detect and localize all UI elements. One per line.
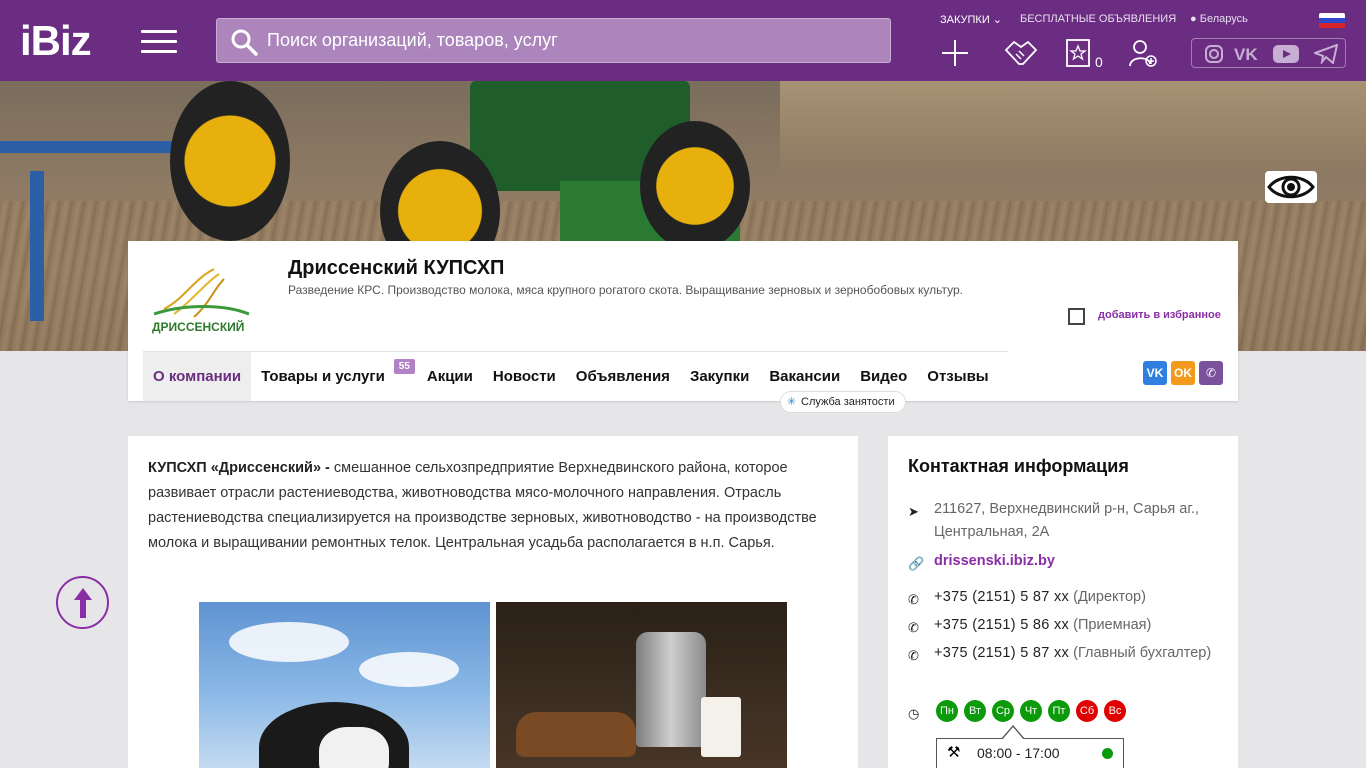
products-count-badge: 55 xyxy=(393,359,415,374)
telegram-icon[interactable] xyxy=(1314,44,1338,64)
tab-products[interactable]: Товары и услуги 55 xyxy=(251,352,415,401)
free-ads-link[interactable]: БЕСПЛАТНЫЕ ОБЪЯВЛЕНИЯ xyxy=(1020,13,1176,25)
handshake-icon[interactable] xyxy=(1004,38,1038,68)
svg-text:ДРИССЕНСКИЙ: ДРИССЕНСКИЙ xyxy=(152,319,244,334)
schedule-popup: ⚒ 08:00 - 17:00 xyxy=(936,725,1124,768)
search-input[interactable] xyxy=(267,19,877,62)
accessibility-eye-button[interactable] xyxy=(1265,171,1317,203)
plus-icon[interactable] xyxy=(940,38,970,68)
tab-about[interactable]: О компании xyxy=(143,352,252,401)
open-status-dot xyxy=(1102,748,1113,759)
tools-icon: ⚒ xyxy=(947,744,961,761)
work-days: Пн Вт Ср Чт Пт Сб Вс xyxy=(936,700,1132,722)
company-name: Дриссенский КУПСХП xyxy=(288,257,505,279)
share-vk-icon[interactable]: VK xyxy=(1143,361,1167,385)
work-hours: 08:00 - 17:00 xyxy=(977,745,1060,761)
day-badge[interactable]: Пн xyxy=(936,700,958,722)
phone-number[interactable]: +375 (2151) 5 87 xx xyxy=(934,645,1069,661)
website-link[interactable]: drissenski.ibiz.by xyxy=(908,550,1228,573)
contacts-title: Контактная информация xyxy=(908,456,1129,476)
contact-info-panel: Контактная информация ➤ 211627, Верхнедви… xyxy=(888,436,1238,768)
svg-text:VK: VK xyxy=(1234,45,1258,64)
snowflake-icon: ✳ xyxy=(787,396,797,408)
day-badge[interactable]: Ср xyxy=(992,700,1014,722)
phone-row: ✆ +375 (2151) 5 86 xx (Приемная) xyxy=(908,614,1228,637)
zakupki-link[interactable]: ЗАКУПКИ ⌄ xyxy=(940,13,1002,26)
star-icon[interactable] xyxy=(1065,38,1091,68)
day-badge[interactable]: Пт xyxy=(1048,700,1070,722)
company-description: Разведение КРС. Производство молока, мяс… xyxy=(288,283,963,297)
ibiz-logo[interactable]: iBiz xyxy=(20,19,92,63)
menu-burger-icon[interactable] xyxy=(141,30,177,54)
share-ok-icon[interactable]: OK xyxy=(1171,361,1195,385)
phone-row: ✆ +375 (2151) 5 87 xx (Главный бухгалтер) xyxy=(908,642,1228,665)
vk-icon[interactable]: VK xyxy=(1234,44,1262,64)
youtube-icon[interactable] xyxy=(1272,44,1300,64)
website-row: 🔗 drissenski.ibiz.by xyxy=(908,550,1228,573)
scroll-up-button[interactable] xyxy=(56,576,109,629)
day-badge[interactable]: Сб xyxy=(1076,700,1098,722)
location-link[interactable]: ● Беларусь xyxy=(1190,13,1248,25)
phone-number[interactable]: +375 (2151) 5 87 xx xyxy=(934,589,1069,605)
phone-icon: ✆ xyxy=(908,592,919,607)
milk-bread-photo[interactable] xyxy=(496,602,787,768)
favorites-count: 0 xyxy=(1095,54,1103,70)
tab-purchases[interactable]: Закупки xyxy=(680,352,759,401)
add-user-icon[interactable] xyxy=(1128,38,1158,68)
address-row: ➤ 211627, Верхнедвинский р-н, Сарья аг., … xyxy=(908,501,1199,540)
add-to-favorites-link[interactable]: добавить в избранное xyxy=(1098,309,1221,321)
clock-icon: ◷ xyxy=(908,706,920,721)
phone-icon: ✆ xyxy=(908,620,919,635)
phone-number[interactable]: +375 (2151) 5 86 xx xyxy=(934,617,1069,633)
company-card: ДРИССЕНСКИЙ Дриссенский КУПСХП Разведени… xyxy=(128,241,1238,413)
tab-promotions[interactable]: Акции xyxy=(417,352,483,401)
day-badge[interactable]: Вс xyxy=(1104,700,1126,722)
tab-news[interactable]: Новости xyxy=(483,352,566,401)
link-icon: 🔗 xyxy=(908,556,925,571)
about-section: КУПСХП «Дриссенский» - смешанное сельхоз… xyxy=(128,436,858,768)
location-pin-icon: ● xyxy=(1190,13,1197,25)
instagram-icon[interactable] xyxy=(1204,44,1224,64)
phone-row: ✆ +375 (2151) 5 87 xx (Директор) xyxy=(908,586,1228,609)
phone-icon: ✆ xyxy=(908,648,919,663)
top-header: iBiz ЗАКУПКИ ⌄ БЕСПЛАТНЫЕ ОБЪЯВЛЕНИЯ ● Б… xyxy=(0,0,1366,81)
day-badge[interactable]: Вт xyxy=(964,700,986,722)
company-logo: ДРИССЕНСКИЙ xyxy=(144,259,254,339)
location-arrow-icon: ➤ xyxy=(908,504,919,519)
chevron-down-icon: ⌄ xyxy=(992,14,1003,26)
search-icon xyxy=(231,29,258,56)
tab-reviews[interactable]: Отзывы xyxy=(917,352,998,401)
about-text: КУПСХП «Дриссенский» - смешанное сельхоз… xyxy=(148,460,817,551)
employment-service-tag[interactable]: ✳ Служба занятости xyxy=(780,391,906,413)
favorite-checkbox[interactable] xyxy=(1068,308,1085,325)
tab-ads[interactable]: Объявления xyxy=(566,352,680,401)
eye-icon xyxy=(1267,175,1315,199)
social-links: VK xyxy=(1191,38,1346,68)
russian-flag-icon[interactable] xyxy=(1319,13,1345,28)
share-viber-icon[interactable]: ✆ xyxy=(1199,361,1223,385)
arrow-up-icon xyxy=(74,588,92,618)
cow-photo[interactable] xyxy=(199,602,490,768)
search-bar xyxy=(216,18,891,63)
day-badge[interactable]: Чт xyxy=(1020,700,1042,722)
